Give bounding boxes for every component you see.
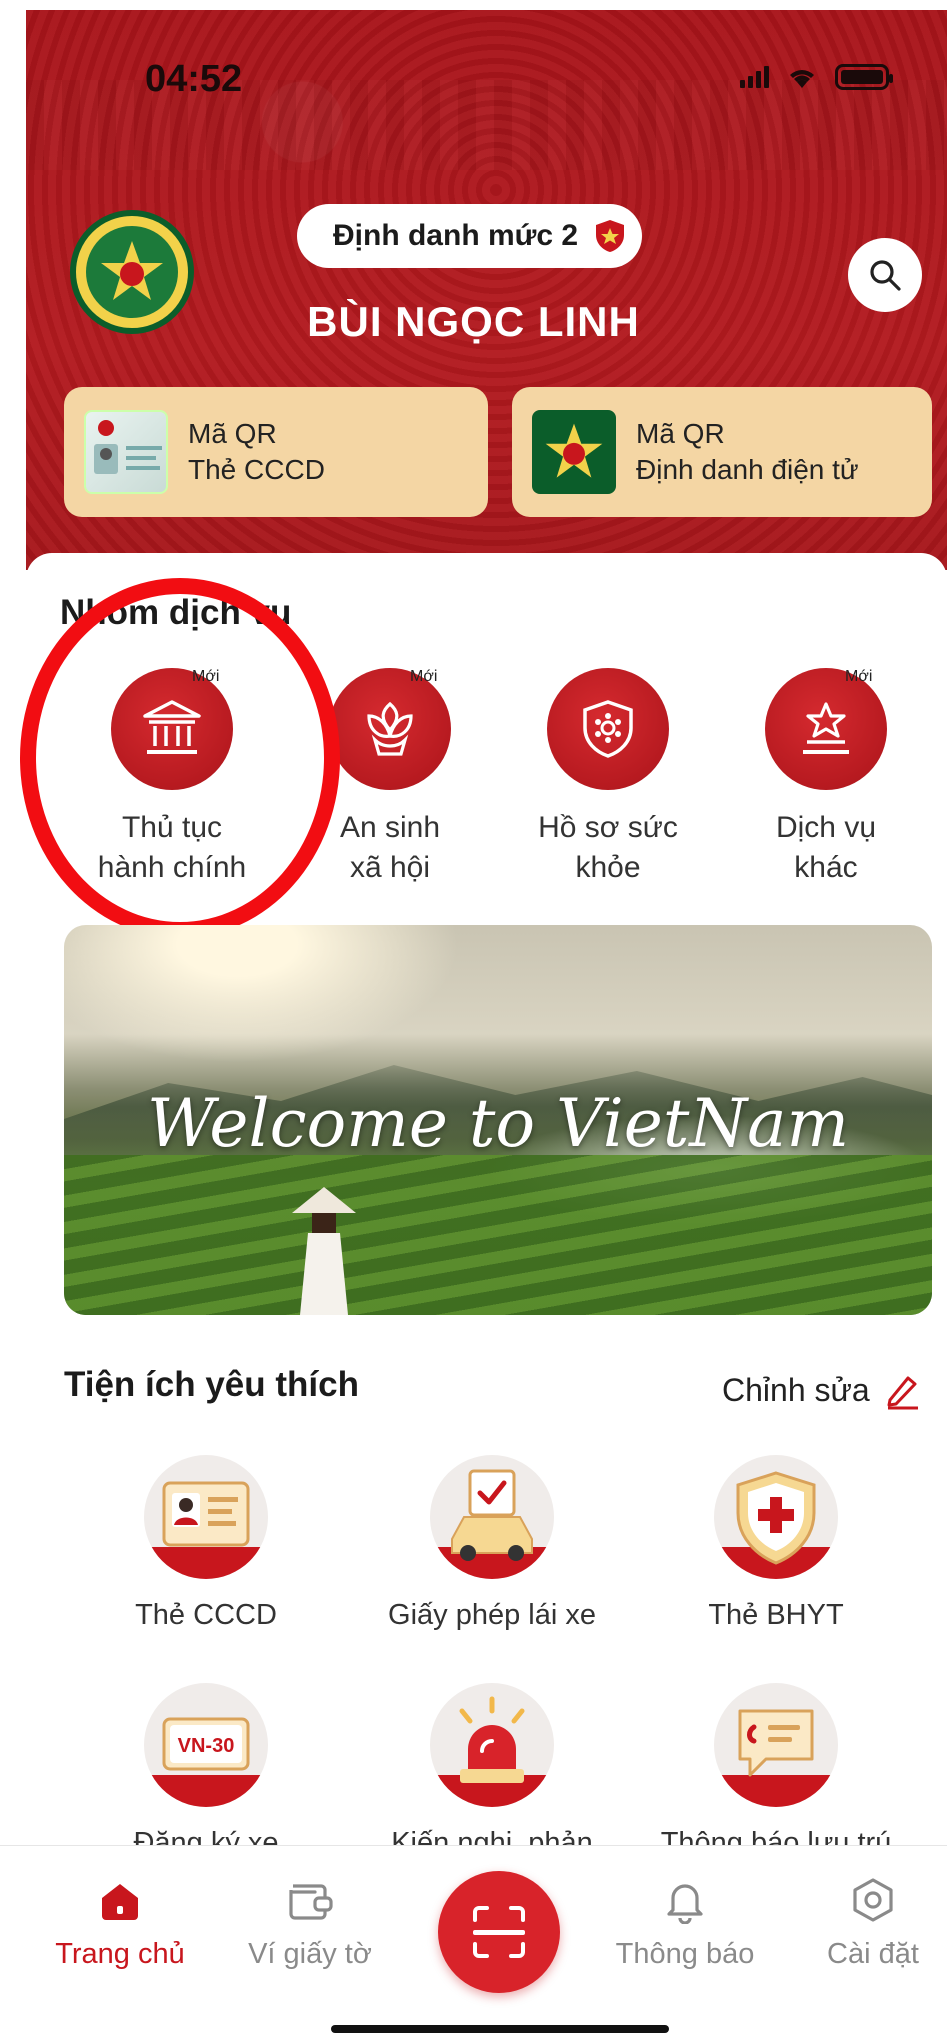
bell-icon <box>667 1884 703 1924</box>
shield-star-icon <box>596 220 625 252</box>
home-indicator <box>331 2025 669 2033</box>
plate-text: VN-30 <box>178 1735 235 1757</box>
identity-level-badge[interactable]: Định danh mức 2 <box>297 204 643 268</box>
vneid-badge-icon <box>532 410 616 494</box>
pencil-icon <box>887 1376 918 1410</box>
fav-driving-license[interactable]: Giấy phép lái xe <box>372 1455 612 1632</box>
fav-feedback[interactable]: Kiến nghị, phản <box>372 1683 612 1860</box>
fav-icon-wrap: VN-30 <box>144 1683 268 1807</box>
nav-wallet-label: Ví giấy tờ <box>248 1938 372 1970</box>
banner-tea-rows <box>64 1155 932 1315</box>
star-emblem-icon <box>101 241 163 300</box>
service-circle <box>547 668 669 790</box>
wifi-icon <box>785 64 819 90</box>
fav-cccd[interactable]: Thẻ CCCD <box>86 1455 326 1632</box>
status-icons <box>740 64 893 90</box>
fav-residence-notice[interactable]: Thông báo lưu trú <box>656 1683 896 1860</box>
plate-icon: VN-30 <box>162 1717 250 1771</box>
service-other[interactable]: Dịch vụ khác <box>726 668 926 888</box>
fav-icon-wrap <box>714 1455 838 1579</box>
battery-icon <box>835 64 893 90</box>
service-circle <box>765 668 887 790</box>
new-badge: Mới <box>845 668 873 685</box>
nav-settings[interactable]: Cài đặt <box>798 1876 947 1971</box>
id-card-icon <box>162 1481 250 1547</box>
bottom-nav: Trang chủ Ví giấy tờ Thông báo Cài đặt <box>0 1845 947 2033</box>
banner-welcome-text: Welcome to VietNam <box>146 1085 850 1162</box>
qr-cccd-line2: Thẻ CCCD <box>188 454 325 485</box>
search-icon <box>870 260 901 291</box>
scan-qr-button[interactable] <box>438 1871 560 1993</box>
service-label: Dịch vụ khác <box>775 811 877 884</box>
nav-notifications[interactable]: Thông báo <box>610 1876 760 1971</box>
nav-home-label: Trang chủ <box>55 1938 185 1970</box>
qr-digital-id-card[interactable]: Mã QR Định danh điện tử <box>512 387 932 517</box>
nav-notifications-label: Thông báo <box>615 1938 755 1970</box>
highlight-circle-annotation <box>20 578 340 938</box>
status-time: 04:52 <box>145 58 243 100</box>
service-health-record[interactable]: Hồ sơ sức khỏe <box>508 668 708 888</box>
edit-label: Chỉnh sửa <box>722 1371 870 1408</box>
star-podium-icon <box>803 702 849 754</box>
home-icon <box>102 1884 138 1920</box>
fav-label: Giấy phép lái xe <box>388 1599 596 1631</box>
service-label: Hồ sơ sức khỏe <box>538 811 678 884</box>
health-insurance-icon <box>736 1471 816 1565</box>
car-license-icon <box>451 1469 533 1561</box>
qr-cccd-line1: Mã QR <box>188 418 277 449</box>
fav-icon-wrap <box>144 1455 268 1579</box>
signal-icon <box>740 66 769 88</box>
service-circle <box>329 668 451 790</box>
favorites-title: Tiện ích yêu thích <box>64 1365 359 1404</box>
scan-frame-icon <box>473 1906 525 1958</box>
fav-label: Thẻ BHYT <box>708 1599 844 1631</box>
qr-digital-id-line2: Định danh điện tử <box>636 454 859 485</box>
nav-wallet[interactable]: Ví giấy tờ <box>235 1876 385 1971</box>
identity-level-label: Định danh mức 2 <box>333 219 579 252</box>
service-label: An sinh xã hội <box>339 811 441 884</box>
id-card-thumbnail-icon <box>84 410 168 494</box>
nav-home[interactable]: Trang chủ <box>45 1876 195 1971</box>
lotus-hands-icon <box>367 701 413 756</box>
nav-settings-label: Cài đặt <box>827 1938 919 1970</box>
fav-icon-wrap <box>430 1455 554 1579</box>
edit-favorites-button[interactable]: Chỉnh sửa <box>722 1370 922 1410</box>
fav-icon-wrap <box>430 1683 554 1807</box>
welcome-banner[interactable]: Welcome to VietNam <box>64 925 932 1315</box>
search-button[interactable] <box>848 238 922 312</box>
settings-icon <box>853 1878 893 1922</box>
fav-label: Thẻ CCCD <box>135 1599 277 1631</box>
health-shield-icon <box>583 700 633 758</box>
siren-icon <box>459 1696 525 1783</box>
fav-icon-wrap <box>714 1683 838 1807</box>
new-badge: Mới <box>410 668 438 685</box>
fav-vehicle-registration[interactable]: VN-30 Đăng ký xe <box>86 1683 326 1860</box>
fav-health-insurance[interactable]: Thẻ BHYT <box>656 1455 896 1632</box>
chat-note-icon <box>738 1709 814 1777</box>
wallet-icon <box>289 1884 333 1920</box>
user-name: BÙI NGỌC LINH <box>307 298 640 345</box>
qr-digital-id-line1: Mã QR <box>636 418 725 449</box>
qr-cccd-card[interactable]: Mã QR Thẻ CCCD <box>64 387 488 517</box>
woman-conical-hat-icon <box>292 1187 356 1315</box>
